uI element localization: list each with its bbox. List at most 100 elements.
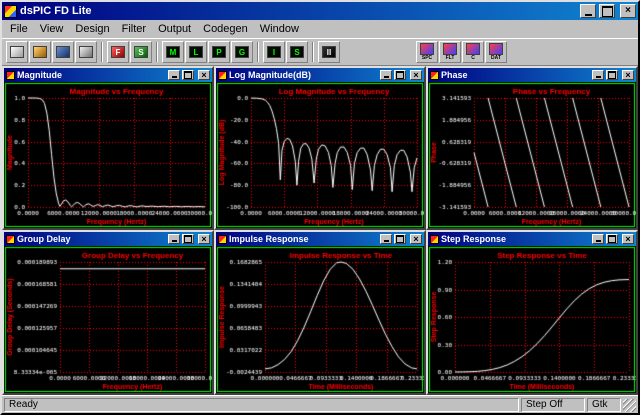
toolbar-separator	[257, 42, 259, 62]
plot-window-icon	[430, 235, 439, 244]
child-close-button[interactable]: ×	[198, 234, 210, 244]
child-title-bar[interactable]: Magnitude ×	[4, 68, 212, 82]
child-close-button[interactable]: ×	[410, 234, 422, 244]
child-maximize-button[interactable]	[606, 234, 618, 244]
export-flt-icon	[443, 43, 457, 55]
child-close-button[interactable]: ×	[622, 234, 634, 244]
mdi-area: Magnitude × Log Magnitude(dB) × Phase	[2, 66, 638, 395]
plot-window-icon	[6, 235, 15, 244]
plot-window-icon	[6, 71, 15, 80]
status-mode: Gtk	[587, 398, 621, 412]
resize-grip[interactable]	[623, 399, 636, 412]
step-response-plot	[428, 246, 636, 393]
minimize-button[interactable]	[580, 4, 596, 18]
menu-view[interactable]: View	[34, 21, 70, 37]
child-maximize-button[interactable]	[182, 70, 194, 80]
child-close-button[interactable]: ×	[198, 70, 210, 80]
plot-window-step-response: Step Response ×	[426, 230, 638, 395]
export-c-icon	[466, 43, 480, 55]
new-file-icon	[10, 46, 24, 58]
child-window-title: Group Delay	[17, 234, 166, 244]
plot-window-group-delay: Group Delay ×	[2, 230, 214, 395]
plot-window-log-magnitude: Log Magnitude(dB) ×	[214, 66, 426, 230]
impulse-response-plot-icon: I	[267, 46, 281, 58]
export-spc-button[interactable]: SPC	[416, 41, 438, 63]
child-close-button[interactable]: ×	[622, 70, 634, 80]
log-magnitude-plot-button[interactable]: L	[185, 41, 207, 63]
filter-spec-icon: S	[134, 46, 148, 58]
filter-spec-button[interactable]: S	[130, 41, 152, 63]
open-file-button[interactable]	[29, 41, 51, 63]
toolbar-separator	[156, 42, 158, 62]
app-window: dsPIC FD Lite × File View Design Filter …	[0, 0, 640, 415]
child-window-title: Magnitude	[17, 70, 166, 80]
child-maximize-button[interactable]	[394, 234, 406, 244]
menu-file[interactable]: File	[4, 21, 34, 37]
child-title-bar[interactable]: Step Response ×	[428, 232, 636, 246]
child-minimize-button[interactable]	[380, 70, 392, 80]
menu-bar: File View Design Filter Output Codegen W…	[2, 20, 638, 38]
magnitude-plot-button[interactable]: M	[162, 41, 184, 63]
status-message: Ready	[4, 398, 519, 412]
child-maximize-button[interactable]	[606, 70, 618, 80]
child-minimize-button[interactable]	[592, 70, 604, 80]
child-minimize-button[interactable]	[168, 70, 180, 80]
plot-window-impulse-response: Impulse Response ×	[214, 230, 426, 395]
toolbar: FSMLPGISIISPCFLTCDAT	[2, 38, 638, 66]
export-flt-button[interactable]: FLT	[439, 41, 461, 63]
menu-filter[interactable]: Filter	[116, 21, 152, 37]
export-dat-button-label: DAT	[491, 55, 501, 61]
child-title-bar[interactable]: Group Delay ×	[4, 232, 212, 246]
menu-output[interactable]: Output	[152, 21, 197, 37]
child-minimize-button[interactable]	[592, 234, 604, 244]
child-window-title: Phase	[441, 70, 590, 80]
open-file-icon	[33, 46, 47, 58]
phase-plot	[428, 82, 636, 228]
child-maximize-button[interactable]	[394, 70, 406, 80]
print-button[interactable]	[75, 41, 97, 63]
window-title: dsPIC FD Lite	[20, 5, 577, 17]
new-file-button[interactable]	[6, 41, 28, 63]
impulse-response-plot-button[interactable]: I	[263, 41, 285, 63]
log-magnitude-plot-icon: L	[189, 46, 203, 58]
pause-button[interactable]: II	[318, 41, 340, 63]
magnitude-plot-icon: M	[166, 46, 180, 58]
export-c-button[interactable]: C	[462, 41, 484, 63]
plot-window-icon	[430, 71, 439, 80]
magnitude-plot	[4, 82, 212, 228]
step-response-plot-button[interactable]: S	[286, 41, 308, 63]
export-spc-icon	[420, 43, 434, 55]
menu-window[interactable]: Window	[254, 21, 305, 37]
group-delay-plot-button[interactable]: G	[231, 41, 253, 63]
save-file-icon	[56, 46, 70, 58]
menu-design[interactable]: Design	[69, 21, 115, 37]
export-dat-button[interactable]: DAT	[485, 41, 507, 63]
app-icon	[4, 5, 17, 18]
child-title-bar[interactable]: Phase ×	[428, 68, 636, 82]
phase-plot-icon: P	[212, 46, 226, 58]
child-title-bar[interactable]: Log Magnitude(dB) ×	[216, 68, 424, 82]
filter-design-button[interactable]: F	[107, 41, 129, 63]
child-minimize-button[interactable]	[168, 234, 180, 244]
log-magnitude-plot	[216, 82, 424, 228]
group-delay-plot-icon: G	[235, 46, 249, 58]
child-title-bar[interactable]: Impulse Response ×	[216, 232, 424, 246]
close-button[interactable]: ×	[620, 4, 636, 18]
menu-codegen[interactable]: Codegen	[197, 21, 254, 37]
child-maximize-button[interactable]	[182, 234, 194, 244]
status-bar: Ready Step Off Gtk	[2, 395, 638, 413]
maximize-button[interactable]	[599, 4, 615, 18]
save-file-button[interactable]	[52, 41, 74, 63]
group-delay-plot	[4, 246, 212, 393]
child-window-title: Log Magnitude(dB)	[229, 70, 378, 80]
plot-window-icon	[218, 71, 227, 80]
phase-plot-button[interactable]: P	[208, 41, 230, 63]
child-close-button[interactable]: ×	[410, 70, 422, 80]
child-minimize-button[interactable]	[380, 234, 392, 244]
child-window-title: Impulse Response	[229, 234, 378, 244]
pause-icon: II	[322, 46, 336, 58]
toolbar-separator	[101, 42, 103, 62]
export-spc-button-label: SPC	[422, 55, 432, 61]
plot-window-phase: Phase ×	[426, 66, 638, 230]
title-bar[interactable]: dsPIC FD Lite ×	[2, 2, 638, 20]
